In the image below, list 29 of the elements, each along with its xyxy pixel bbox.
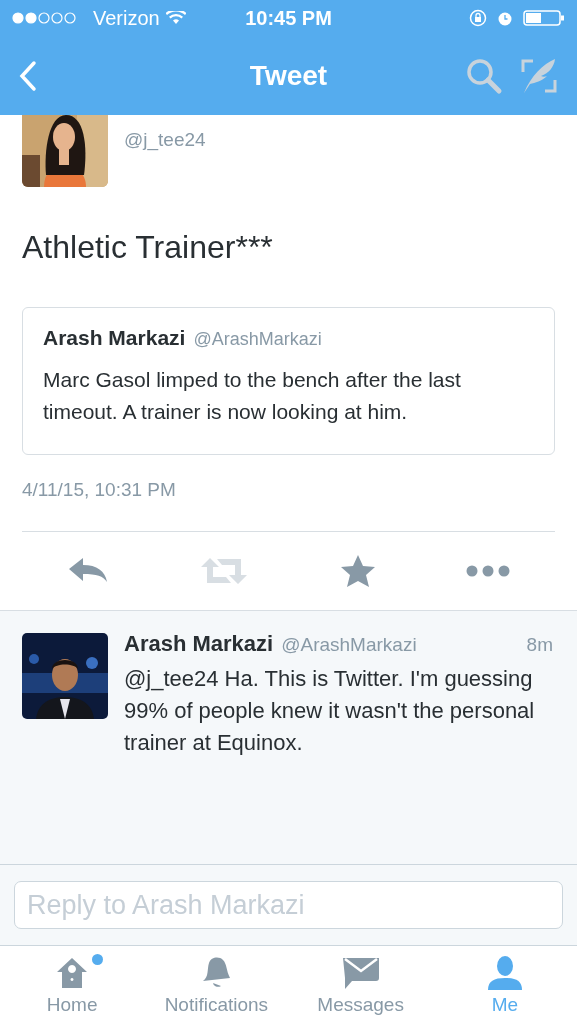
- quoted-tweet-card[interactable]: Arash Markazi @ArashMarkazi Marc Gasol limped to the bench after the last timeout. A trainer is now looking at him.: [22, 307, 555, 455]
- reply-text: @j_tee24 Ha. This is Twitter. I'm guessing 99% of people knew it wasn't the personal trainer at Equinox.: [124, 665, 536, 757]
- reply-input-field[interactable]: Reply to Arash Markazi: [14, 881, 563, 929]
- back-button[interactable]: [18, 59, 38, 92]
- reply-author-handle: @ArashMarkazi: [281, 634, 417, 656]
- tab-bar-item[interactable]: Notifications: [156, 954, 277, 1016]
- reply-time: 8m: [526, 634, 554, 656]
- rotation-lock-icon: [469, 9, 487, 27]
- quoted-author-name: Arash Markazi: [43, 326, 186, 350]
- quoted-tweet-text: Marc Gasol limped to the bench after the last timeout. A trainer is now looking at him.: [43, 367, 462, 425]
- tweet-timestamp: 4/11/15, 10:31 PM: [22, 479, 555, 532]
- reply-author-name: Arash Markazi: [124, 631, 274, 657]
- tab-bar-item[interactable]: Messages: [300, 954, 421, 1016]
- carrier-name: Verizon: [93, 6, 160, 30]
- status-time: 10:45 PM: [245, 6, 332, 30]
- tab-bar-item[interactable]: Me: [444, 954, 565, 1016]
- quoted-author-handle: @ArashMarkazi: [193, 329, 322, 350]
- wifi-icon: [165, 11, 186, 25]
- alarm-icon: [497, 10, 513, 26]
- tweet-text: Athletic Trainer***: [22, 228, 274, 267]
- star-icon[interactable]: [339, 554, 376, 588]
- more-icon[interactable]: [465, 565, 510, 577]
- person-icon: [485, 955, 524, 991]
- screen-title: Tweet: [249, 59, 328, 92]
- battery-icon: [523, 9, 565, 27]
- envelope-icon: [341, 956, 380, 990]
- author-handle[interactable]: @j_tee24: [124, 129, 206, 151]
- search-icon[interactable]: [465, 56, 503, 95]
- tab-bar-item[interactable]: Home: [12, 954, 133, 1016]
